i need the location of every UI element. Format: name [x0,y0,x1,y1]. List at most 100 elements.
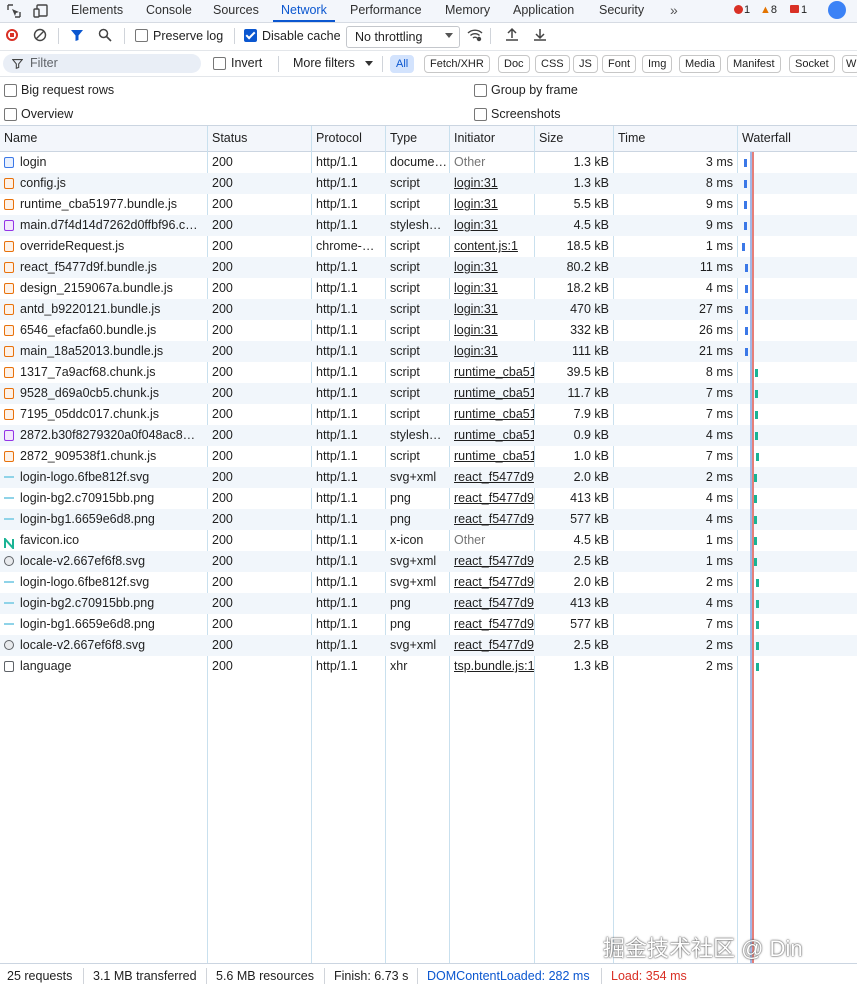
column-waterfall[interactable]: Waterfall [738,126,857,151]
chip-font[interactable]: Font [602,55,637,73]
more-filters-button[interactable]: More filters [293,56,355,70]
cell-initiator[interactable]: runtime_cba51 [450,383,534,404]
search-icon[interactable] [98,28,112,42]
overview-label[interactable]: Overview [21,107,73,121]
column-time[interactable]: Time [614,126,738,151]
preserve-log-checkbox[interactable] [135,29,148,42]
table-row[interactable]: locale-v2.667ef6f8.svg 200 http/1.1 svg+xml… [0,551,857,572]
table-row[interactable]: locale-v2.667ef6f8.svg 200 http/1.1 svg+xml… [0,635,857,656]
tab-network[interactable]: Network [273,0,335,22]
cell-initiator[interactable]: runtime_cba51 [450,362,534,383]
cell-initiator[interactable]: login:31 [450,215,534,236]
cell-initiator[interactable]: login:31 [450,341,534,362]
table-row[interactable]: 7195_05ddc017.chunk.js 200 http/1.1 script r… [0,404,857,425]
column-status[interactable]: Status [208,126,312,151]
cell-initiator[interactable]: runtime_cba51 [450,446,534,467]
chip-all[interactable]: All [390,55,415,73]
chip-fetch-xhr[interactable]: Fetch/XHR [424,55,490,73]
table-row[interactable]: login-bg2.c70915bb.png 200 http/1.1 png reac… [0,593,857,614]
warning-count-badge[interactable]: ▲8 [760,3,777,17]
stop-recording-icon[interactable] [6,29,18,41]
column-size[interactable]: Size [535,126,614,151]
table-row[interactable]: favicon.ico 200 http/1.1 x-icon Other 4.5 kB 1… [0,530,857,551]
table-row[interactable]: 1317_7a9acf68.chunk.js 200 http/1.1 script r… [0,362,857,383]
cell-initiator[interactable]: login:31 [450,278,534,299]
cell-initiator[interactable]: login:31 [450,194,534,215]
error-count-badge[interactable]: 1 [734,3,750,17]
table-row[interactable]: antd_b9220121.bundle.js 200 http/1.1 script… [0,299,857,320]
cell-initiator[interactable]: react_f5477d9 [450,572,534,593]
cell-initiator[interactable]: runtime_cba51 [450,425,534,446]
cell-initiator[interactable]: react_f5477d9 [450,509,534,530]
table-row[interactable]: login 200 http/1.1 docume… Other 1.3 kB 3 ms [0,152,857,173]
cell-initiator[interactable]: react_f5477d9 [450,635,534,656]
preserve-log-label[interactable]: Preserve log [153,29,223,43]
table-row[interactable]: config.js 200 http/1.1 script login:31 1.3 kB… [0,173,857,194]
chip-media[interactable]: Media [679,55,721,73]
table-row[interactable]: runtime_cba51977.bundle.js 200 http/1.1 scr… [0,194,857,215]
cell-initiator[interactable]: content.js:1 [450,236,534,257]
clear-icon[interactable] [33,28,47,42]
cell-initiator[interactable]: login:31 [450,257,534,278]
cell-initiator[interactable]: react_f5477d9 [450,467,534,488]
column-protocol[interactable]: Protocol [312,126,386,151]
chip-css[interactable]: CSS [535,55,570,73]
cell-initiator[interactable]: tsp.bundle.js:1 [450,656,534,677]
table-row[interactable]: login-logo.6fbe812f.svg 200 http/1.1 svg+xm… [0,572,857,593]
inspect-element-icon[interactable] [6,3,22,19]
invert-checkbox[interactable] [213,57,226,70]
column-type[interactable]: Type [386,126,450,151]
filter-input[interactable]: Filter [3,54,201,73]
table-row[interactable]: 2872.b30f8279320a0f048ac8… 200 http/1.1 sty… [0,425,857,446]
throttling-select[interactable]: No throttling [346,26,460,48]
chip-doc[interactable]: Doc [498,55,530,73]
import-har-icon[interactable] [505,27,519,42]
table-row[interactable]: language 200 http/1.1 xhr tsp.bundle.js:1 1.3… [0,656,857,677]
big-request-rows-label[interactable]: Big request rows [21,83,114,97]
tab-sources[interactable]: Sources [213,0,259,22]
overview-checkbox[interactable] [4,108,17,121]
chip-img[interactable]: Img [642,55,673,73]
table-row[interactable]: main_18a52013.bundle.js 200 http/1.1 script… [0,341,857,362]
tab-memory[interactable]: Memory [445,0,490,22]
chip-ws[interactable]: W [842,55,857,73]
cell-initiator[interactable]: login:31 [450,173,534,194]
device-toolbar-icon[interactable] [33,3,49,19]
chip-js[interactable]: JS [573,55,598,73]
table-row[interactable]: overrideRequest.js 200 chrome-… script conte… [0,236,857,257]
cell-initiator[interactable]: login:31 [450,320,534,341]
chip-socket[interactable]: Socket [789,55,835,73]
cell-initiator[interactable]: runtime_cba51 [450,404,534,425]
group-by-frame-label[interactable]: Group by frame [491,83,578,97]
table-row[interactable]: main.d7f4d14d7262d0ffbf96.c… 200 http/1.1 s… [0,215,857,236]
chip-manifest[interactable]: Manifest [727,55,781,73]
export-har-icon[interactable] [533,27,547,42]
tab-elements[interactable]: Elements [71,0,123,22]
network-conditions-wifi-icon[interactable] [467,28,483,42]
table-row[interactable]: login-bg1.6659e6d8.png 200 http/1.1 png reac… [0,509,857,530]
cell-initiator[interactable]: react_f5477d9 [450,614,534,635]
disable-cache-label[interactable]: Disable cache [262,29,341,43]
table-row[interactable]: 6546_efacfa60.bundle.js 200 http/1.1 script… [0,320,857,341]
tab-security[interactable]: Security [599,0,644,22]
tab-application[interactable]: Application [513,0,574,22]
column-name[interactable]: Name [0,126,208,151]
table-row[interactable]: design_2159067a.bundle.js 200 http/1.1 scri… [0,278,857,299]
disable-cache-checkbox[interactable] [244,29,257,42]
table-row[interactable]: 2872_909538f1.chunk.js 200 http/1.1 script r… [0,446,857,467]
column-initiator[interactable]: Initiator [450,126,535,151]
table-row[interactable]: login-bg2.c70915bb.png 200 http/1.1 png reac… [0,488,857,509]
table-row[interactable]: 9528_d69a0cb5.chunk.js 200 http/1.1 script r… [0,383,857,404]
screenshots-label[interactable]: Screenshots [491,107,560,121]
invert-label[interactable]: Invert [231,56,262,70]
cell-initiator[interactable]: react_f5477d9 [450,593,534,614]
table-row[interactable]: login-bg1.6659e6d8.png 200 http/1.1 png reac… [0,614,857,635]
cell-initiator[interactable]: login:31 [450,299,534,320]
issues-count-badge[interactable]: 1 [790,3,807,17]
screenshots-checkbox[interactable] [474,108,487,121]
group-by-frame-checkbox[interactable] [474,84,487,97]
filter-funnel-icon[interactable] [70,28,84,42]
cell-initiator[interactable]: react_f5477d9 [450,488,534,509]
tab-console[interactable]: Console [146,0,192,22]
cell-initiator[interactable]: react_f5477d9 [450,551,534,572]
